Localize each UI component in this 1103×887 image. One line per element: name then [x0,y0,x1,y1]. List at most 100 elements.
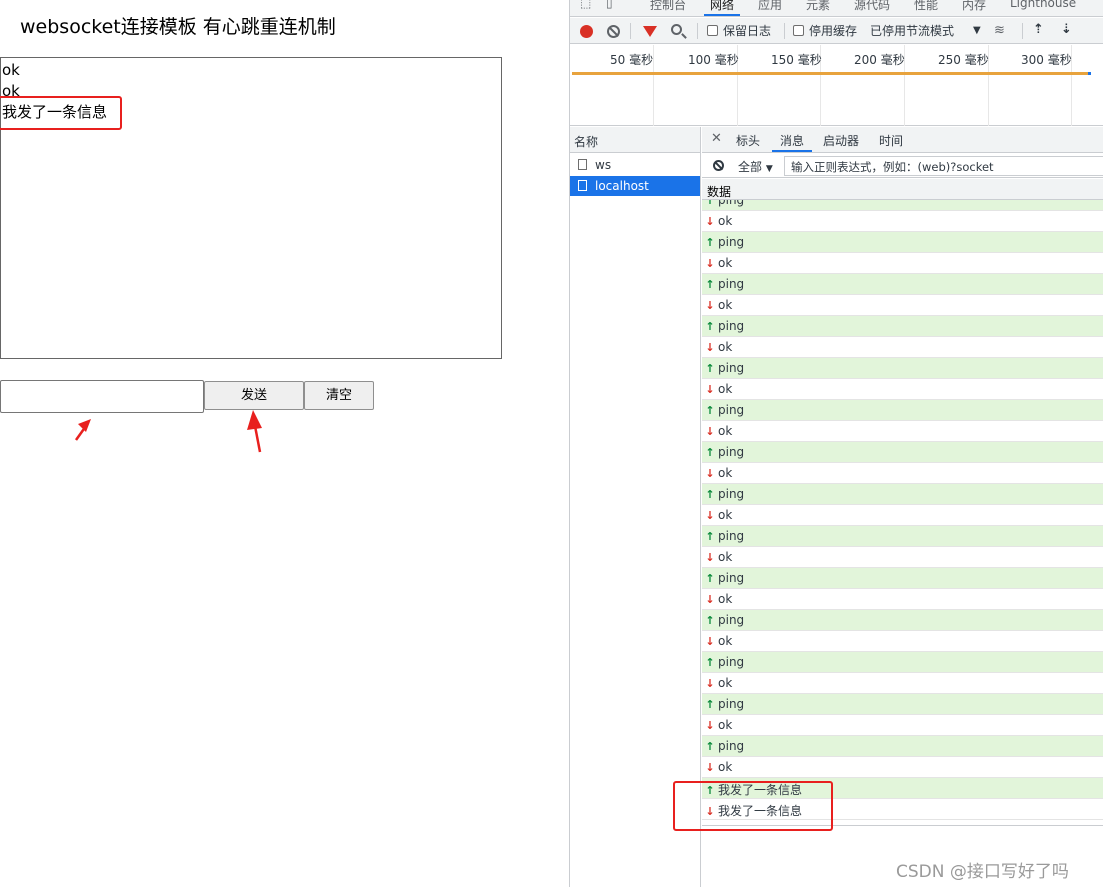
annotation-box [673,781,833,831]
device-toggle-icon[interactable]: ▯ [606,0,613,10]
message-frame-text: ping [718,403,745,417]
tab-network[interactable]: 网络 [703,0,741,16]
arrow-down-icon: ↓ [705,509,715,522]
message-frame-row[interactable]: ↑ ping [702,358,1103,379]
message-frame-list[interactable]: ↑ ping ↓ ok ↑ ping ↓ ok ↑ ping ↓ ok ↑ ping ↓ ok ↑ ping ↓ ok… [702,200,1103,826]
disable-cache-checkbox[interactable]: 停用缓存 [793,24,857,38]
message-frame-text: ping [718,200,745,207]
message-frame-text: ping [718,445,745,459]
arrow-up-icon: ↑ [705,530,715,543]
message-frame-text: ok [718,760,733,774]
message-frame-row[interactable]: ↓ ok [702,505,1103,526]
divider [697,23,698,39]
message-frame-row[interactable]: ↑ ping [702,736,1103,757]
network-conditions-icon[interactable]: ≋ [994,23,1005,38]
tab-initiator[interactable]: 启动器 [823,132,859,149]
message-frame-text: ok [718,718,733,732]
message-frame-row[interactable]: ↓ ok [702,379,1103,400]
message-frame-row[interactable]: ↓ ok [702,757,1103,778]
timeline-bar-tail [1088,72,1091,75]
arrow-down-icon: ↓ [705,761,715,774]
message-frame-text: ok [718,256,733,270]
message-frame-row[interactable]: ↑ ping [702,400,1103,421]
tab-performance[interactable]: 性能 [914,0,938,13]
message-frame-row[interactable]: ↑ ping [702,442,1103,463]
checkbox-icon[interactable] [793,25,804,36]
message-frame-row[interactable]: ↑ ping [702,652,1103,673]
timeline-label: 50 毫秒 [610,53,654,67]
tab-sources[interactable]: 源代码 [854,0,890,13]
clear-messages-icon[interactable] [713,160,724,171]
message-frame-row[interactable]: ↓ ok [702,295,1103,316]
import-har-icon[interactable]: ⇡ [1033,22,1044,37]
message-frame-row[interactable]: ↑ ping [702,232,1103,253]
message-frame-row[interactable]: ↓ ok [702,211,1103,232]
message-frame-row[interactable]: ↓ ok [702,673,1103,694]
message-frame-text: ping [718,487,745,501]
tab-headers[interactable]: 标头 [736,132,760,149]
clear-log-icon[interactable] [607,25,620,38]
tab-application[interactable]: 应用 [758,0,782,13]
arrow-down-icon: ↓ [705,593,715,606]
message-frame-text: ok [718,298,733,312]
message-frame-row[interactable]: ↑ ping [702,610,1103,631]
message-frame-text: ok [718,214,733,228]
close-icon[interactable]: ✕ [711,131,722,146]
request-row-localhost[interactable]: localhost [570,176,700,196]
message-frame-row[interactable]: ↓ ok [702,421,1103,442]
arrow-down-icon: ↓ [705,257,715,270]
tab-lighthouse[interactable]: Lighthouse [1010,0,1076,10]
tab-elements[interactable]: 元素 [806,0,830,13]
message-frame-text: ok [718,508,733,522]
arrow-up-icon: ↑ [705,656,715,669]
network-toolbar: 保留日志 停用缓存 已停用节流模式 ▼ ≋ ⇡ ⇣ [570,18,1103,44]
message-frame-text: ping [718,277,745,291]
message-type-select[interactable]: 全部 ▼ [738,158,773,175]
request-row-ws[interactable]: ws [570,155,700,175]
message-frame-row[interactable]: ↓ ok [702,337,1103,358]
preserve-log-checkbox[interactable]: 保留日志 [707,24,771,38]
arrow-up-icon: ↑ [705,200,715,207]
message-frame-row[interactable]: ↑ ping [702,568,1103,589]
arrow-up-icon: ↑ [705,740,715,753]
tab-timing[interactable]: 时间 [879,132,903,149]
message-frame-text: ping [718,655,745,669]
message-type-value: 全部 [738,160,763,174]
inspect-icon[interactable]: ⬚ [580,0,591,10]
annotation-arrowhead [247,410,262,430]
network-timeline[interactable]: 50 毫秒 100 毫秒 150 毫秒 200 毫秒 250 毫秒 300 毫秒 [570,45,1103,126]
checkbox-icon[interactable] [707,25,718,36]
record-icon[interactable] [580,25,593,38]
message-frame-row[interactable]: ↓ ok [702,547,1103,568]
tab-memory[interactable]: 内存 [962,0,986,13]
message-frame-row[interactable]: ↑ ping [702,274,1103,295]
name-column-header[interactable]: 名称 [570,127,700,153]
message-frame-row[interactable]: ↓ ok [702,715,1103,736]
message-filter-input[interactable]: 输入正则表达式，例如：(web)?socket [784,156,1103,176]
arrow-up-icon: ↑ [705,362,715,375]
message-frame-row[interactable]: ↓ ok [702,463,1103,484]
arrow-up-icon: ↑ [705,236,715,249]
message-frame-row[interactable]: ↑ ping [702,316,1103,337]
tab-console[interactable]: 控制台 [650,0,686,13]
message-frame-row[interactable]: ↑ ping [702,694,1103,715]
message-frame-row[interactable]: ↓ ok [702,253,1103,274]
message-frame-row[interactable]: ↑ ping [702,200,1103,211]
message-frame-row[interactable]: ↓ ok [702,589,1103,610]
export-har-icon[interactable]: ⇣ [1061,22,1072,37]
message-frame-row[interactable]: ↑ ping [702,484,1103,505]
search-icon[interactable] [671,24,682,35]
message-frame-text: ok [718,340,733,354]
timeline-label: 100 毫秒 [688,53,739,67]
request-name: localhost [595,179,649,193]
arrow-down-icon: ↓ [705,341,715,354]
throttle-select[interactable]: 已停用节流模式 [870,24,954,38]
message-frame-row[interactable]: ↑ ping [702,526,1103,547]
tab-messages[interactable]: 消息 [771,132,813,152]
message-frame-row[interactable]: ↓ ok [702,631,1103,652]
chevron-down-icon[interactable]: ▼ [973,24,981,38]
request-list: 名称 ws localhost [570,127,701,887]
message-frame-text: ok [718,466,733,480]
filter-icon[interactable] [643,26,657,37]
data-column-header[interactable]: 数据 [702,179,1103,200]
